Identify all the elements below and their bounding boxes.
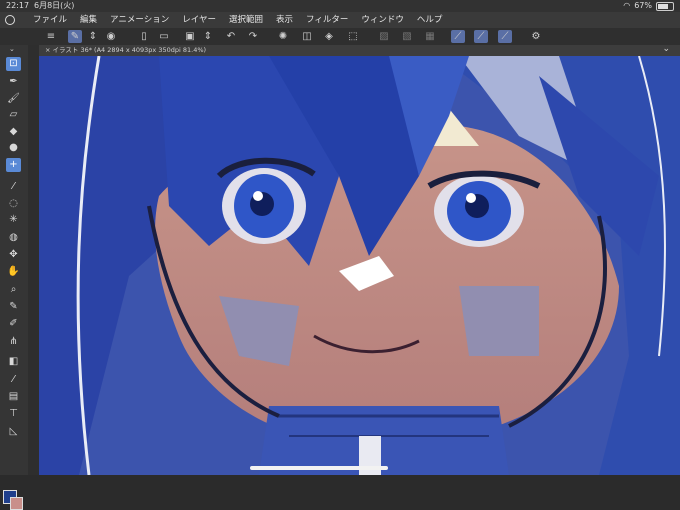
new-file-icon[interactable]: ▯ [137,30,151,43]
lasso-fill-icon[interactable]: ◍ [6,231,21,245]
drawing-canvas[interactable] [39,56,680,475]
redo-icon[interactable]: ↷ [246,30,260,43]
ruler-icon-3[interactable]: ⟋ [498,30,512,43]
lasso-icon[interactable]: ◌ [6,197,21,211]
save-icon[interactable]: ▣ [183,30,197,43]
select-icon[interactable]: ⊡ [6,57,21,71]
menu-help[interactable]: ヘルプ [417,12,443,28]
grass-icon[interactable]: ⋔ [6,335,21,349]
menu-bar: ファイル 編集 アニメーション レイヤー 選択範囲 表示 フィルター ウィンドウ… [0,12,680,28]
app-logo-icon[interactable] [5,15,15,25]
battery-indicator: ◠ 67% [623,0,674,12]
updown-icon-2[interactable]: ⇕ [201,30,215,43]
menu-animation[interactable]: アニメーション [110,12,169,28]
chevron-down-icon[interactable]: ⌄ [662,44,670,54]
status-bar: 22:17 6月8日(火) ◠ 67% [0,0,680,12]
menu-edit[interactable]: 編集 [80,12,97,28]
ruler-icon[interactable]: ⟋ [451,30,465,43]
wifi-icon: ◠ [623,1,631,10]
pen-nib-icon-2[interactable]: ✐ [6,317,21,331]
updown-icon[interactable]: ⇕ [86,30,100,43]
transform-icon[interactable]: ⬚ [346,30,360,43]
menu-items: ファイル 編集 アニメーション レイヤー 選択範囲 表示 フィルター ウィンドウ… [33,12,442,28]
document-tab-bar: × イラスト 36* (A4 2894 x 4093px 350dpi 81.4… [39,44,680,56]
home-indicator[interactable] [250,466,388,470]
frame-icon[interactable]: ▤ [6,390,21,404]
battery-percent: 67% [634,1,652,10]
tool-property-strip [28,45,39,475]
menu-window[interactable]: ウィンドウ [361,12,404,28]
mask-icon-3[interactable]: ▦ [423,30,437,43]
selection-spinner-icon[interactable]: ✺ [276,30,290,43]
gradient-icon[interactable]: ◧ [6,355,21,369]
document-tab-title[interactable]: × イラスト 36* (A4 2894 x 4093px 350dpi 81.4… [45,45,206,56]
fill-icon[interactable]: ◆ [6,125,21,139]
eyedropper-icon[interactable]: ⁄ [6,180,21,194]
fill-icon[interactable]: ◈ [322,30,336,43]
undo-icon[interactable]: ↶ [224,30,238,43]
menu-filter[interactable]: フィルター [306,12,348,28]
eraser-icon[interactable]: ▱ [6,108,21,122]
brush-tool-icon[interactable]: ✎ [68,30,82,43]
status-date: 6月8日(火) [34,1,75,10]
illustration-artwork [39,56,680,475]
ruler-icon-2[interactable]: ⟋ [474,30,488,43]
tool-palette: ⌄ ⊡ ✒ 🖌 ▱ ◆ ● + ⁄ ◌ ✳ ◍ ✥ ✋ ⌕ ✎ ✐ ⋔ ◧ ⁄ … [0,45,29,510]
menu-view[interactable]: 表示 [276,12,293,28]
gear-icon[interactable]: ⚙ [529,30,543,43]
menu-file[interactable]: ファイル [33,12,67,28]
mask-icon[interactable]: ▨ [377,30,391,43]
menu-layer[interactable]: レイヤー [182,12,216,28]
pen-icon[interactable]: ✒ [6,75,21,89]
text-icon[interactable]: ⊤ [6,407,21,421]
blend-icon[interactable]: ● [6,141,21,155]
mask-icon-2[interactable]: ▧ [400,30,414,43]
command-bar: ≡ ✎ ⇕ ◉ ▯ ▭ ▣ ⇕ ↶ ↷ ✺ ◫ ◈ ⬚ ▨ ▧ ▦ ⟋ ⟋ ⟋ … [0,28,680,46]
hamburger-menu-icon[interactable]: ≡ [44,30,58,43]
line-icon[interactable]: ⁄ [6,373,21,387]
chevron-down-icon[interactable]: ⌄ [9,45,15,53]
brush-icon[interactable]: 🖌 [6,92,21,106]
sub-color-swatch[interactable] [10,497,23,510]
open-folder-icon[interactable]: ▭ [157,30,171,43]
battery-icon [656,1,674,11]
balloon-icon[interactable]: ◺ [6,425,21,439]
magic-wand-icon[interactable]: ✳ [6,213,21,227]
add-icon[interactable]: + [6,158,21,172]
status-time: 22:17 [6,1,30,10]
zoom-icon[interactable]: ⌕ [6,283,21,297]
hand-icon[interactable]: ✋ [6,265,21,279]
move-icon[interactable]: ✥ [6,248,21,262]
pen-nib-icon[interactable]: ✎ [6,300,21,314]
clear-icon[interactable]: ◫ [300,30,314,43]
menu-selection[interactable]: 選択範囲 [229,12,263,28]
record-icon[interactable]: ◉ [104,30,118,43]
